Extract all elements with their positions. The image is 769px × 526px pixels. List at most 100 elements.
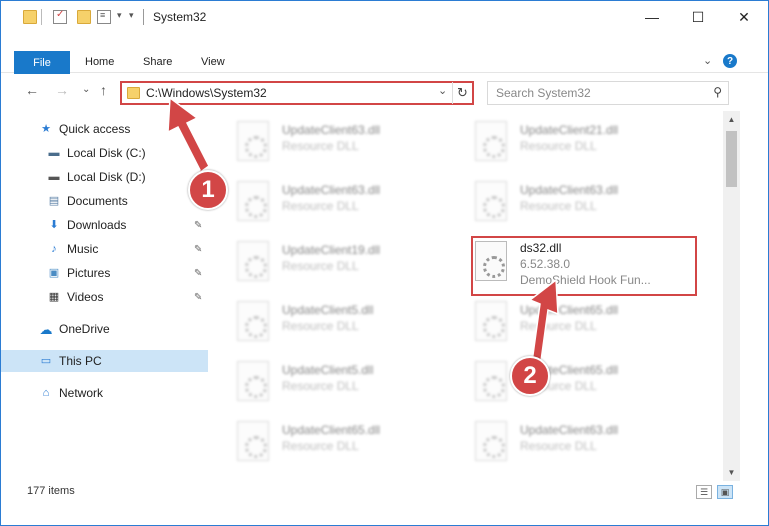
- sidebar-item-onedrive[interactable]: ☁ OneDrive: [1, 318, 208, 340]
- list-item[interactable]: UpdateClient19.dll Resource DLL: [209, 231, 429, 283]
- minimize-button[interactable]: —: [629, 1, 675, 33]
- pin-icon[interactable]: ✎: [194, 292, 202, 303]
- sidebar-item-this-pc[interactable]: ▭ This PC: [1, 350, 208, 372]
- divider: [41, 9, 42, 25]
- music-icon: ♪: [51, 242, 57, 255]
- details-view-icon[interactable]: ☰: [696, 485, 712, 499]
- pin-icon[interactable]: ✎: [194, 220, 202, 231]
- file-name: UpdateClient5.dll: [282, 363, 374, 377]
- sidebar-item-local-disk-c[interactable]: ▬ Local Disk (C:): [1, 142, 208, 164]
- sidebar-item-label: Music: [67, 242, 99, 256]
- list-item[interactable]: UpdateClient65.dll Resource DLL: [447, 291, 667, 343]
- file-type: Resource DLL: [282, 439, 359, 453]
- downloads-icon: ⬇: [49, 218, 59, 231]
- search-input[interactable]: Search System32 ⚲: [487, 81, 729, 105]
- file-name: UpdateClient63.dll: [520, 423, 619, 437]
- list-item[interactable]: UpdateClient21.dll Resource DLL: [447, 111, 667, 163]
- file-type: Resource DLL: [520, 439, 597, 453]
- file-name: UpdateClient63.dll: [520, 183, 619, 197]
- sidebar-item-downloads[interactable]: ⬇ Downloads ✎: [1, 214, 208, 236]
- file-type: Resource DLL: [282, 319, 359, 333]
- computer-icon: ▭: [40, 354, 52, 367]
- file-name: UpdateClient21.dll: [520, 123, 619, 137]
- file-name: UpdateClient19.dll: [282, 243, 381, 257]
- divider: [143, 9, 144, 25]
- folder-icon: [23, 10, 37, 24]
- tab-view[interactable]: View: [201, 56, 225, 68]
- sidebar-item-documents[interactable]: ▤ Documents ✎: [1, 190, 208, 212]
- file-name: UpdateClient63.dll: [282, 123, 381, 137]
- step-badge-2: 2: [510, 356, 550, 396]
- file-tab[interactable]: File: [14, 51, 70, 74]
- list-item[interactable]: UpdateClient63.dll Resource DLL: [447, 171, 667, 223]
- sidebar-item-quick-access[interactable]: ★ Quick access: [1, 118, 208, 140]
- sidebar-item-label: Quick access: [59, 122, 131, 136]
- drive-icon: ▬: [48, 146, 60, 159]
- network-icon: ⌂: [42, 386, 50, 399]
- forward-icon[interactable]: →: [55, 82, 69, 98]
- sidebar-item-network[interactable]: ⌂ Network: [1, 382, 208, 404]
- address-dropdown-icon[interactable]: ⌄: [438, 84, 447, 97]
- explorer-window: ✓ ≡ ▾ ▾ System32 — ☐ ✕ File Home Share V…: [0, 0, 769, 526]
- file-type: Resource DLL: [282, 259, 359, 273]
- file-name: UpdateClient65.dll: [282, 423, 381, 437]
- navigation-pane: ★ Quick access ▬ Local Disk (C:) ▬ Local…: [1, 111, 208, 481]
- dll-file-icon: [475, 421, 507, 461]
- scroll-up-icon[interactable]: ▲: [723, 111, 740, 128]
- sidebar-item-label: OneDrive: [59, 322, 110, 336]
- documents-icon: ▤: [48, 194, 60, 207]
- highlight-box-file: [471, 236, 697, 296]
- refresh-button[interactable]: ↻: [452, 82, 472, 104]
- sidebar-item-label: Documents: [67, 194, 128, 208]
- close-button[interactable]: ✕: [721, 1, 767, 33]
- scroll-down-icon[interactable]: ▼: [723, 464, 740, 481]
- dll-file-icon: [237, 301, 269, 341]
- sidebar-item-music[interactable]: ♪ Music ✎: [1, 238, 208, 260]
- videos-icon: ▦: [48, 290, 60, 303]
- properties-icon[interactable]: ✓: [53, 9, 67, 24]
- qa-customize-icon[interactable]: ▾: [129, 10, 134, 21]
- sidebar-item-label: Videos: [67, 290, 104, 304]
- vertical-scrollbar[interactable]: ▲ ▼: [723, 111, 740, 481]
- customize-icon[interactable]: ≡: [97, 10, 111, 24]
- tab-home[interactable]: Home: [85, 56, 114, 68]
- address-text[interactable]: C:\Windows\System32: [146, 86, 267, 100]
- sidebar-item-local-disk-d[interactable]: ▬ Local Disk (D:): [1, 166, 208, 188]
- sidebar-item-label: Local Disk (D:): [67, 170, 146, 184]
- sidebar-item-videos[interactable]: ▦ Videos ✎: [1, 286, 208, 308]
- sidebar-item-label: Downloads: [67, 218, 127, 232]
- item-count: 177 items: [27, 485, 75, 497]
- list-item[interactable]: UpdateClient5.dll Resource DLL: [209, 351, 429, 403]
- file-type: Resource DLL: [282, 379, 359, 393]
- sidebar-item-pictures[interactable]: ▣ Pictures ✎: [1, 262, 208, 284]
- navigation-bar: ← → ⌄ ↑ C:\Windows\System32 ⌄ ↻ Search S…: [1, 73, 768, 111]
- tiles-view-icon[interactable]: ▣: [717, 485, 733, 499]
- dll-file-icon: [237, 421, 269, 461]
- recent-locations-icon[interactable]: ⌄: [82, 84, 90, 95]
- list-item[interactable]: UpdateClient65.dll Resource DLL: [209, 411, 429, 463]
- sidebar-item-label: Local Disk (C:): [67, 146, 146, 160]
- scroll-thumb[interactable]: [726, 131, 737, 187]
- help-icon[interactable]: ?: [723, 54, 737, 68]
- pin-icon[interactable]: ✎: [194, 244, 202, 255]
- maximize-button[interactable]: ☐: [675, 1, 721, 33]
- list-item[interactable]: UpdateClient63.dll Resource DLL: [209, 111, 429, 163]
- list-item[interactable]: UpdateClient5.dll Resource DLL: [209, 291, 429, 343]
- dll-file-icon: [237, 241, 269, 281]
- up-icon[interactable]: ↑: [100, 82, 107, 98]
- folder-icon: [127, 87, 140, 99]
- list-item[interactable]: UpdateClient63.dll Resource DLL: [209, 171, 429, 223]
- search-icon[interactable]: ⚲: [713, 85, 722, 99]
- back-icon[interactable]: ←: [25, 82, 39, 98]
- new-folder-icon[interactable]: [77, 10, 91, 24]
- ribbon-expand-icon[interactable]: ⌄: [703, 54, 712, 67]
- pin-icon[interactable]: ✎: [194, 268, 202, 279]
- tab-share[interactable]: Share: [143, 56, 172, 68]
- list-item[interactable]: UpdateClient63.dll Resource DLL: [447, 411, 667, 463]
- qa-dropdown-icon[interactable]: ▾: [117, 10, 122, 21]
- dll-file-icon: [475, 121, 507, 161]
- list-item[interactable]: UpdateClient65.dll Resource DLL: [447, 351, 667, 403]
- address-bar[interactable]: C:\Windows\System32 ⌄ ↻: [120, 81, 474, 105]
- file-name: UpdateClient5.dll: [282, 303, 374, 317]
- status-bar: 177 items ☰ ▣: [1, 481, 768, 525]
